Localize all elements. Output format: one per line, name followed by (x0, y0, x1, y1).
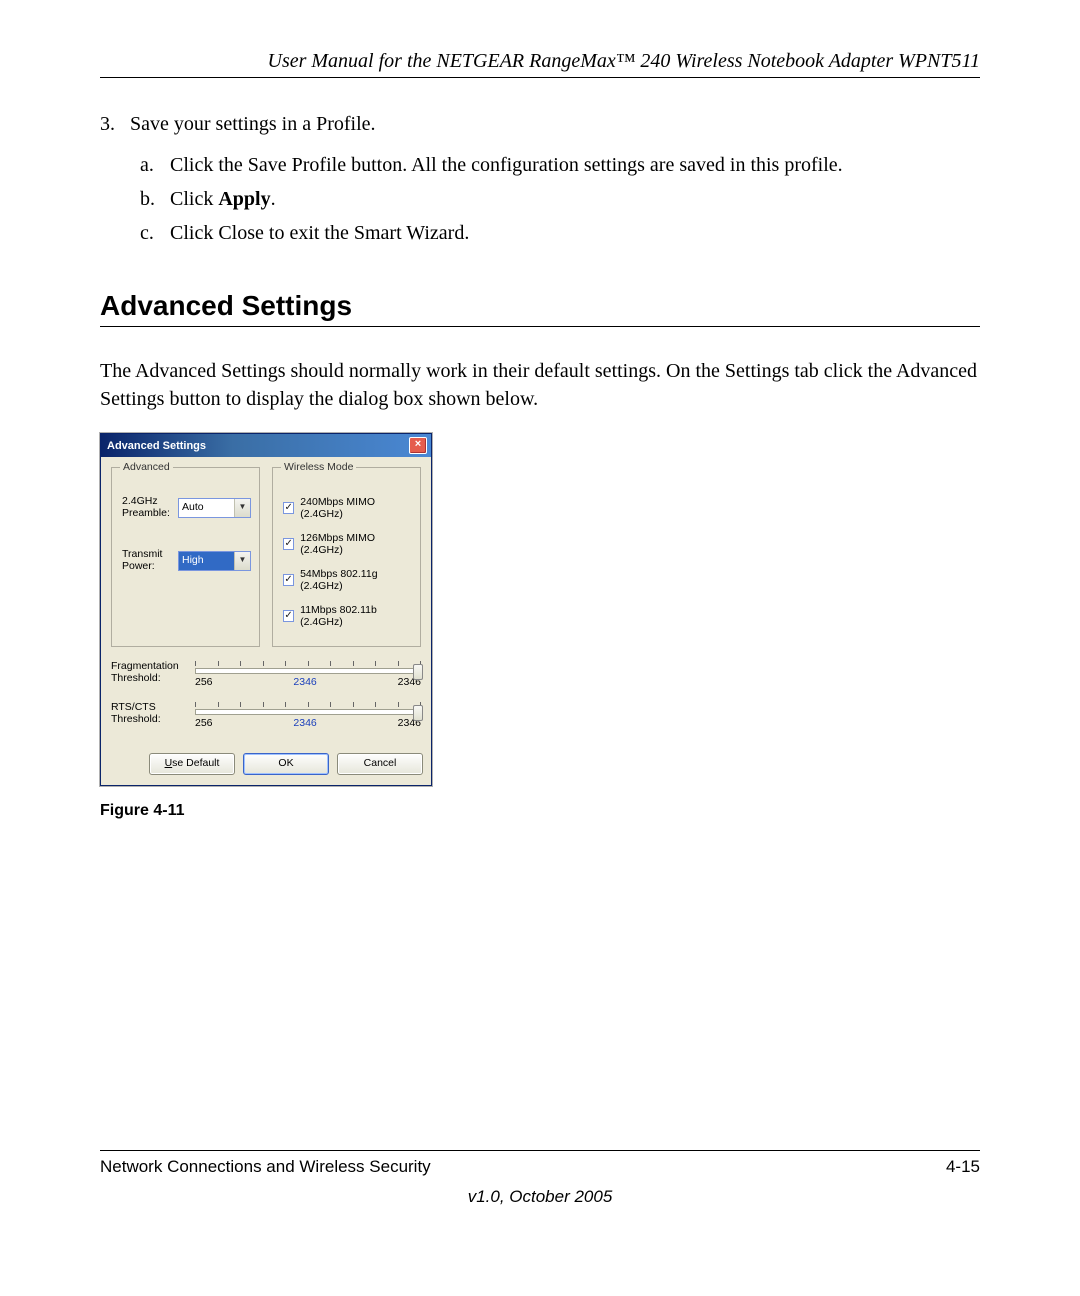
section-heading: Advanced Settings (100, 290, 980, 322)
apply-bold: Apply (218, 188, 270, 210)
substep-prefix: Click (170, 188, 218, 210)
power-value: High (179, 552, 234, 570)
frag-slider-row: Fragmentation Threshold: 256 2346 2346 (111, 659, 421, 696)
checkbox-icon[interactable]: ✓ (283, 502, 294, 514)
substep-text: Click Close to exit the Smart Wizard. (170, 216, 469, 250)
dialog-buttons: Use Default OK Cancel (101, 751, 431, 785)
slider-track[interactable] (195, 668, 421, 674)
substep-a: a. Click the Save Profile button. All th… (140, 148, 980, 182)
advanced-groupbox: Advanced 2.4GHz Preamble: Auto ▼ Transmi… (111, 467, 260, 647)
advanced-legend: Advanced (120, 461, 173, 473)
rts-min: 256 (195, 717, 213, 729)
checkbox-icon[interactable]: ✓ (283, 610, 294, 622)
footer-version: v1.0, October 2005 (100, 1187, 980, 1207)
rts-slider-row: RTS/CTS Threshold: 256 2346 2346 (111, 700, 421, 737)
running-header: User Manual for the NETGEAR RangeMax™ 24… (100, 50, 980, 73)
substep-c: c. Click Close to exit the Smart Wizard. (140, 216, 980, 250)
substep-text: Click the Save Profile button. All the c… (170, 148, 843, 182)
section-paragraph: The Advanced Settings should normally wo… (100, 357, 980, 413)
frag-value: 2346 (293, 676, 316, 688)
dialog-body: Advanced 2.4GHz Preamble: Auto ▼ Transmi… (101, 457, 431, 751)
mode-label: 11Mbps 802.11b (2.4GHz) (300, 604, 412, 628)
substep-suffix: . (271, 188, 276, 210)
sliders: Fragmentation Threshold: 256 2346 2346 (111, 659, 421, 737)
substep-letter: c. (140, 216, 170, 250)
frag-min: 256 (195, 676, 213, 688)
power-label: Transmit Power: (122, 549, 178, 572)
close-icon[interactable]: × (409, 437, 427, 454)
header-rule (100, 77, 980, 78)
substep-letter: a. (140, 148, 170, 182)
page-footer: Network Connections and Wireless Securit… (100, 1150, 980, 1207)
substep-b: b. Click Apply. (140, 182, 980, 216)
use-default-button[interactable]: Use Default (149, 753, 235, 775)
section-rule (100, 326, 980, 327)
mode-row-2: ✓ 54Mbps 802.11g (2.4GHz) (283, 568, 412, 592)
power-row: Transmit Power: High ▼ (122, 549, 251, 572)
preamble-combo[interactable]: Auto ▼ (178, 498, 251, 518)
chevron-down-icon[interactable]: ▼ (234, 499, 250, 517)
slider-ticks (195, 702, 421, 708)
wireless-legend: Wireless Mode (281, 461, 356, 473)
slider-thumb[interactable] (413, 664, 423, 680)
mode-label: 54Mbps 802.11g (2.4GHz) (300, 568, 412, 592)
checkbox-icon[interactable]: ✓ (283, 574, 294, 586)
dialog-titlebar[interactable]: Advanced Settings × (101, 434, 431, 457)
cancel-button[interactable]: Cancel (337, 753, 423, 775)
slider-track[interactable] (195, 709, 421, 715)
mode-row-0: ✓ 240Mbps MIMO (2.4GHz) (283, 496, 412, 520)
frag-label: Fragmentation Threshold: (111, 659, 195, 684)
footer-rule (100, 1150, 980, 1151)
substep-letter: b. (140, 182, 170, 216)
step-3: 3. Save your settings in a Profile. (100, 108, 980, 140)
rts-slider[interactable]: 256 2346 2346 (195, 700, 421, 737)
power-combo[interactable]: High ▼ (178, 551, 251, 571)
preamble-row: 2.4GHz Preamble: Auto ▼ (122, 496, 251, 519)
mode-row-3: ✓ 11Mbps 802.11b (2.4GHz) (283, 604, 412, 628)
footer-page: 4-15 (946, 1157, 980, 1177)
checkbox-icon[interactable]: ✓ (283, 538, 294, 550)
mode-row-1: ✓ 126Mbps MIMO (2.4GHz) (283, 532, 412, 556)
rts-value: 2346 (293, 717, 316, 729)
mode-label: 126Mbps MIMO (2.4GHz) (300, 532, 412, 556)
frag-slider[interactable]: 256 2346 2346 (195, 659, 421, 696)
slider-ticks (195, 661, 421, 667)
dialog-title: Advanced Settings (107, 440, 206, 452)
chevron-down-icon[interactable]: ▼ (234, 552, 250, 570)
advanced-settings-dialog: Advanced Settings × Advanced 2.4GHz Prea… (100, 433, 432, 786)
preamble-value: Auto (179, 499, 234, 517)
step-number: 3. (100, 108, 130, 140)
ok-button[interactable]: OK (243, 753, 329, 775)
substep-text: Click Apply. (170, 182, 276, 216)
footer-section: Network Connections and Wireless Securit… (100, 1157, 431, 1177)
wireless-mode-groupbox: Wireless Mode ✓ 240Mbps MIMO (2.4GHz) ✓ … (272, 467, 421, 647)
slider-thumb[interactable] (413, 705, 423, 721)
mode-label: 240Mbps MIMO (2.4GHz) (300, 496, 412, 520)
preamble-label: 2.4GHz Preamble: (122, 496, 178, 519)
figure-caption: Figure 4-11 (100, 802, 980, 820)
step-text: Save your settings in a Profile. (130, 108, 376, 140)
rts-label: RTS/CTS Threshold: (111, 700, 195, 725)
